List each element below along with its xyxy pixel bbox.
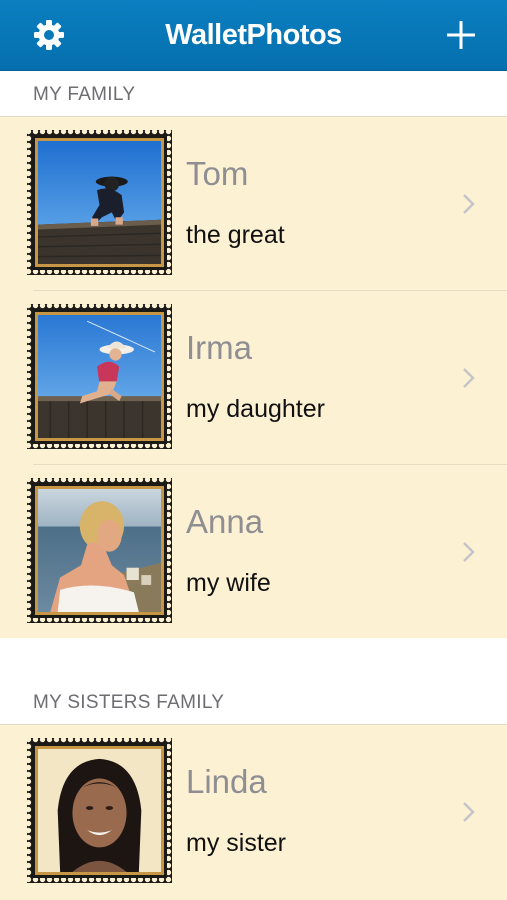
chevron-right-icon — [463, 542, 475, 562]
chevron-right-icon — [463, 368, 475, 388]
stamp-frame — [27, 130, 172, 275]
section-title: MY SISTERS FAMILY — [33, 692, 225, 713]
person-name: Tom — [186, 155, 249, 192]
gear-icon — [34, 20, 64, 50]
photo-thumbnail — [38, 489, 161, 612]
app-title: WalletPhotos — [165, 19, 342, 51]
person-name: Irma — [186, 329, 252, 366]
person-subtitle: my daughter — [186, 395, 325, 423]
photo-thumbnail — [38, 141, 161, 264]
chevron-right-icon — [463, 194, 475, 214]
list-item-tom[interactable]: Tom the great — [0, 117, 507, 291]
list-item-linda[interactable]: Linda my sister — [0, 725, 507, 899]
person-subtitle: the great — [186, 221, 285, 249]
sisters-family-list: Linda my sister — [0, 725, 507, 900]
settings-button[interactable] — [31, 17, 67, 53]
person-subtitle: my sister — [186, 829, 286, 857]
person-subtitle: my wife — [186, 569, 271, 597]
stamp-frame — [27, 478, 172, 623]
plus-icon — [447, 21, 475, 49]
section-header-my-family: MY FAMILY — [0, 71, 507, 117]
section-title: MY FAMILY — [33, 84, 136, 105]
list-item-anna[interactable]: Anna my wife — [0, 465, 507, 639]
photo-thumbnail — [38, 315, 161, 438]
list-item-irma[interactable]: Irma my daughter — [0, 291, 507, 465]
stamp-frame — [27, 738, 172, 883]
chevron-right-icon — [463, 802, 475, 822]
person-name: Anna — [186, 503, 264, 540]
section-header-my-sisters-family: MY SISTERS FAMILY — [0, 679, 507, 725]
family-list: Tom the great Irma my daughter Anna my w… — [0, 117, 507, 638]
add-button[interactable] — [443, 17, 479, 53]
stamp-frame — [27, 304, 172, 449]
photo-thumbnail — [38, 749, 161, 872]
nav-bar: WalletPhotos — [0, 0, 507, 71]
person-name: Linda — [186, 763, 267, 800]
